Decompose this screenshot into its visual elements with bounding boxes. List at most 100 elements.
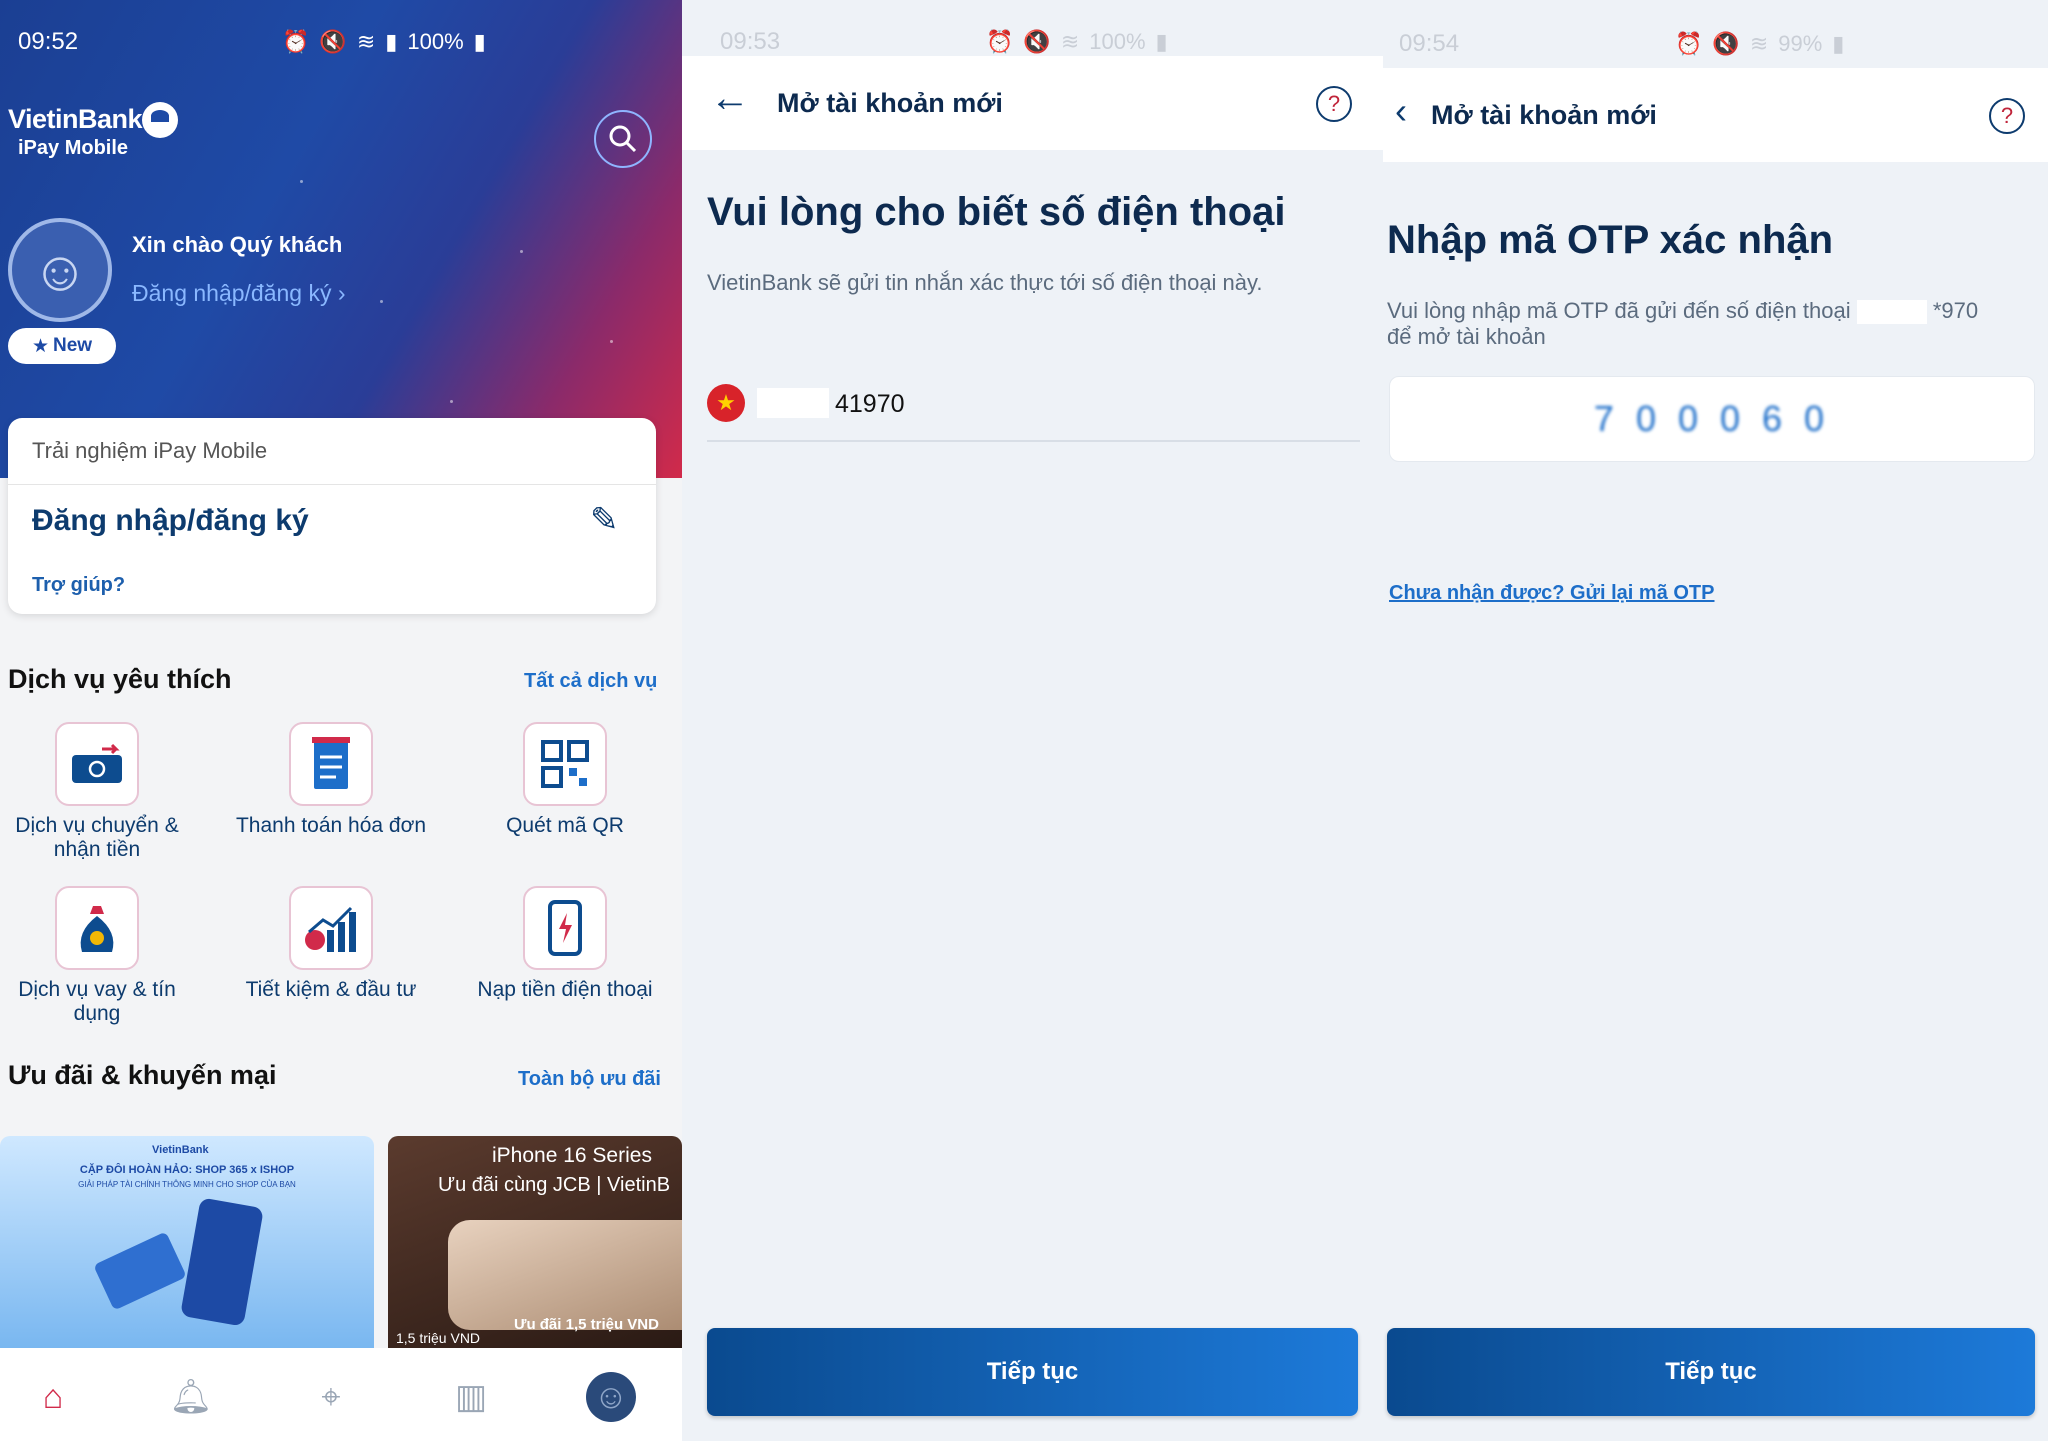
promo-banner-iphone[interactable]: iPhone 16 Series Ưu đãi cùng JCB | Vieti… (388, 1136, 682, 1348)
promo2-subline: Ưu đãi cùng JCB | VietinB (438, 1174, 671, 1196)
phone-entry-screen: 09:53 ⏰ 🔇 ≋ 100% ▮ ← Mở tài khoản mới ? … (682, 0, 1383, 1441)
promo-banner-shop365[interactable]: VietinBank CẶP ĐÔI HOÀN HẢO: SHOP 365 x … (0, 1136, 374, 1348)
card-subtitle: Trải nghiệm iPay Mobile (32, 438, 268, 463)
star-icon: ★ (31, 335, 49, 357)
promotions-title: Ưu đãi & khuyến mại (8, 1060, 277, 1090)
otp-input[interactable]: 7 0 0 0 6 0 (1594, 398, 1830, 440)
status-time: 09:54 (1399, 30, 1460, 57)
mute-icon: 🔇 (1712, 31, 1740, 56)
help-icon[interactable]: ? (1989, 98, 2025, 134)
otp-screen: 09:54 ⏰ 🔇 ≋ 99% ▮ ‹ Mở tài khoản mới ? N… (1383, 0, 2048, 1441)
money-transfer-icon (55, 722, 139, 806)
battery-icon: ▮ (1832, 31, 1845, 56)
logo-mark-icon (142, 102, 178, 138)
card-illustration-icon (93, 1231, 187, 1311)
vietnam-flag-icon: ★ (707, 384, 745, 422)
alarm-icon: ⏰ (1675, 31, 1703, 56)
status-icons: ⏰ 🔇 ≋ ▮ 100% ▮ (282, 24, 486, 60)
login-link[interactable]: Đăng nhập/đăng ký › (132, 280, 346, 307)
phone-topup-icon (523, 886, 607, 970)
description-suffix: *970 (1932, 298, 1979, 323)
promo2-amount: 1,5 triệu VND (396, 1330, 481, 1346)
new-badge[interactable]: ★ New (8, 328, 116, 364)
home-icon[interactable]: ⌂ (28, 1372, 78, 1422)
new-badge-label: New (52, 335, 93, 356)
promo1-subline: GIẢI PHÁP TÀI CHÍNH THÔNG MINH CHO SHOP … (78, 1180, 296, 1189)
service-transfer[interactable]: Dịch vụ chuyển & nhận tiền (0, 722, 197, 862)
bell-icon[interactable]: 🔔︎ (166, 1372, 216, 1422)
brand-name: VietinBank (8, 104, 143, 134)
service-label: Dịch vụ chuyển & nhận tiền (15, 814, 179, 861)
continue-button[interactable]: Tiếp tục (707, 1328, 1358, 1416)
promo2-headline: iPhone 16 Series (492, 1144, 652, 1167)
signal-icon: ▮ (385, 29, 398, 54)
greeting: Xin chào Quý khách (132, 232, 343, 257)
service-topup[interactable]: Nạp tiền điện thoại (465, 886, 665, 1002)
phone-field[interactable]: ★ 41970 (707, 380, 1360, 442)
card-divider (8, 484, 656, 485)
home-screen: 09:52 ⏰ 🔇 ≋ ▮ 100% ▮ VietinBank iPay Mob… (0, 0, 682, 1441)
battery-level: 99% (1778, 31, 1823, 56)
nav-title: Mở tài khoản mới (777, 88, 1003, 118)
continue-button[interactable]: Tiếp tục (1387, 1328, 2035, 1416)
brand-logo: VietinBank iPay Mobile (8, 102, 178, 160)
user-avatar-icon: ☺ (31, 238, 89, 302)
battery-icon: ▮ (473, 29, 486, 54)
promo1-headline: CẶP ĐÔI HOÀN HẢO: SHOP 365 x ISHOP (79, 1164, 295, 1176)
battery-icon: ▮ (1155, 29, 1168, 54)
all-promotions-link[interactable]: Toàn bộ ưu đãi (518, 1068, 661, 1091)
alarm-icon: ⏰ (986, 29, 1014, 54)
search-icon (609, 125, 637, 153)
phone-input[interactable]: 41970 (835, 390, 905, 419)
promo2-offer: Ưu đãi 1,5 triệu VND (514, 1316, 659, 1333)
page-description: VietinBank sẽ gửi tin nhắn xác thực tới … (707, 270, 1263, 295)
pencil-icon[interactable]: ✎ (590, 500, 619, 540)
otp-field[interactable]: 7 0 0 0 6 0 (1389, 376, 2035, 462)
phone-illustration-icon (180, 1197, 264, 1327)
back-chevron-icon[interactable]: ‹ (1395, 90, 1407, 132)
promo1-brand: VietinBank (152, 1144, 209, 1156)
service-label: Dịch vụ vay & tín dụng (18, 978, 176, 1025)
qr-code-icon (523, 722, 607, 806)
avatar[interactable]: ☺ (8, 218, 112, 322)
help-link[interactable]: Trợ giúp? (32, 574, 125, 597)
status-icons: ⏰ 🔇 ≋ 99% ▮ (1675, 26, 1844, 62)
masked-phone-prefix (757, 388, 829, 418)
battery-level: 100% (1089, 29, 1146, 54)
savings-chart-icon (289, 886, 373, 970)
status-time: 09:52 (18, 28, 79, 55)
alarm-icon: ⏰ (282, 29, 310, 54)
nav-title: Mở tài khoản mới (1431, 100, 1657, 130)
service-label: Thanh toán hóa đơn (235, 814, 427, 837)
bottom-tab-bar: ⌂ 🔔︎ ⌖ ▥ ☺ (0, 1348, 682, 1441)
help-icon[interactable]: ? (1316, 86, 1352, 122)
service-bill[interactable]: Thanh toán hóa đơn (231, 722, 431, 838)
status-icons: ⏰ 🔇 ≋ 100% ▮ (986, 24, 1168, 60)
page-description: Vui lòng nhập mã OTP đã gửi đến số điện … (1387, 298, 2027, 349)
money-bag-icon (55, 886, 139, 970)
battery-level: 100% (407, 29, 464, 54)
resend-otp-link[interactable]: Chưa nhận được? Gửi lại mã OTP (1389, 582, 1715, 605)
location-icon[interactable]: ⌖ (306, 1372, 356, 1422)
back-arrow-icon[interactable]: ← (710, 76, 750, 121)
search-button[interactable] (594, 110, 652, 168)
service-qr[interactable]: Quét mã QR (465, 722, 665, 838)
mute-icon: 🔇 (1023, 29, 1051, 54)
description-text-2: để mở tài khoản (1387, 324, 1546, 350)
wifi-icon: ≋ (1749, 31, 1769, 56)
brand-sub: iPay Mobile (18, 137, 129, 159)
page-heading: Vui lòng cho biết số điện thoại (707, 190, 1286, 234)
login-card: Trải nghiệm iPay Mobile Đăng nhập/đăng k… (8, 418, 656, 614)
service-label: Nạp tiền điện thoại (477, 978, 653, 1001)
favorites-title: Dịch vụ yêu thích (8, 664, 232, 694)
bill-icon (289, 722, 373, 806)
service-label: Quét mã QR (506, 814, 624, 837)
chart-icon[interactable]: ▥ (446, 1372, 496, 1422)
all-services-link[interactable]: Tất cả dịch vụ (524, 670, 657, 693)
wifi-icon: ≋ (356, 29, 376, 54)
status-time: 09:53 (720, 28, 781, 55)
profile-icon[interactable]: ☺ (586, 1372, 636, 1422)
card-login-button[interactable]: Đăng nhập/đăng ký (32, 504, 309, 538)
service-loan[interactable]: Dịch vụ vay & tín dụng (0, 886, 197, 1026)
service-savings[interactable]: Tiết kiệm & đầu tư (231, 886, 431, 1002)
